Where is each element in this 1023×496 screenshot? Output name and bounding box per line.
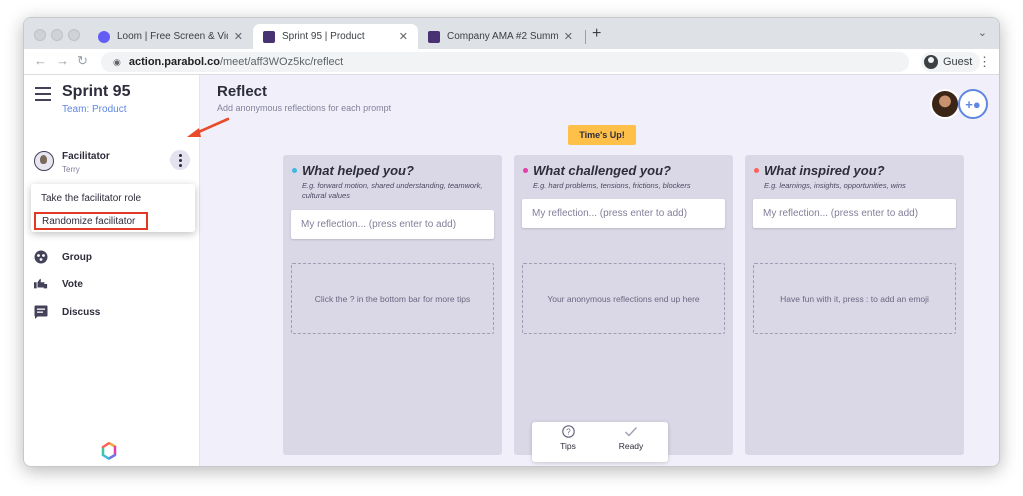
help-icon: ? [538,425,598,441]
parabol-icon [263,30,275,43]
ready-label: Ready [618,441,644,451]
prompt-title: What challenged you? [533,163,671,178]
tips-button[interactable]: ? Tips [538,425,598,459]
tab-company-ama[interactable]: Company AMA #2 Summary | C ✕ [418,24,583,49]
tab-title: Company AMA #2 Summary | C [447,31,558,42]
reflection-column-challenged: What challenged you? E.g. hard problems,… [514,155,733,455]
lock-icon: ◉ [113,56,121,67]
tab-sprint[interactable]: Sprint 95 | Product ✕ [253,24,418,49]
parabol-logo [101,442,117,460]
new-tab-icon[interactable]: + [592,25,601,43]
back-icon[interactable]: ← [34,53,47,68]
facilitator-menu-button[interactable] [170,150,190,170]
prompt-description: E.g. forward motion, shared understandin… [302,181,483,200]
reflection-column-helped: What helped you? E.g. forward motion, sh… [283,155,502,455]
facilitator-dropdown: Take the facilitator role Randomize faci… [31,184,195,232]
tips-label: Tips [560,441,576,451]
guest-profile-button[interactable]: Guest [921,52,981,72]
randomize-facilitator-item[interactable]: Randomize facilitator [42,216,135,227]
nav-item-label: Group [62,251,92,263]
ready-button[interactable]: Ready [601,425,661,459]
reflection-input[interactable]: My reflection... (press enter to add) [291,210,494,239]
chevron-down-icon[interactable]: ⌄ [978,26,987,39]
check-icon [601,425,661,441]
tab-divider [585,30,586,44]
url-path: /meet/aff3WOz5kc/reflect [219,56,344,68]
thumbs-up-icon [34,277,48,291]
discuss-icon [34,305,48,319]
close-icon[interactable]: ✕ [399,30,408,43]
take-facilitator-role-item[interactable]: Take the facilitator role [41,193,141,204]
tab-title: Sprint 95 | Product [282,31,365,42]
phase-subtitle: Add anonymous reflections for each promp… [217,103,392,113]
close-icon[interactable]: ✕ [234,30,243,43]
profile-icon [924,55,938,69]
column-tip: Your anonymous reflections end up here [522,263,725,334]
tip-text: Your anonymous reflections end up here [547,293,700,304]
nav-item-discuss[interactable]: Discuss [34,302,100,322]
reload-icon[interactable]: ↻ [77,53,88,69]
nav-item-label: Vote [62,278,83,290]
prompt-title: What inspired you? [764,163,885,178]
column-tip: Click the ? in the bottom bar for more t… [291,263,494,334]
reflection-input[interactable]: My reflection... (press enter to add) [522,199,725,228]
prompt-dot [523,168,528,173]
tab-title: Loom | Free Screen & Video Re [117,31,228,42]
browser-toolbar: ← → ↻ ◉ action.parabol.co /meet/aff3WOz5… [24,49,999,75]
prompt-title: What helped you? [302,163,414,178]
page: Sprint 95 Team: Product Facilitator Terr… [24,75,999,466]
sidebar: Sprint 95 Team: Product Facilitator Terr… [24,75,200,466]
forward-icon[interactable]: → [56,53,69,68]
prompt-description: E.g. learnings, insights, opportunities,… [764,181,906,190]
column-tip: Have fun with it, press : to add an emoj… [753,263,956,334]
facilitator-label: Facilitator [62,151,110,162]
tab-loom[interactable]: Loom | Free Screen & Video Re ✕ [88,24,253,49]
tab-strip: Loom | Free Screen & Video Re ✕ Sprint 9… [24,18,999,49]
maximize-window-button[interactable] [68,29,80,41]
annotation-arrow [187,117,230,137]
prompt-dot [292,168,297,173]
bottom-action-bar: ? Tips Ready [532,422,668,462]
team-link[interactable]: Team: Product [62,104,126,115]
nav-item-label: Discuss [62,306,101,318]
phase-title: Reflect [217,83,268,100]
facilitator-name: Terry [62,165,80,174]
add-teammate-button[interactable]: +● [958,89,988,119]
loom-icon [98,30,110,43]
browser-menu-icon[interactable]: ⋮ [978,54,991,70]
group-icon [34,250,48,264]
minimize-window-button[interactable] [51,29,63,41]
nav-item-vote[interactable]: Vote [34,274,83,294]
facilitator-row: Facilitator Terry [24,147,200,181]
url-domain: action.parabol.co [128,56,220,68]
user-avatar[interactable] [930,89,960,119]
address-bar[interactable]: ◉ action.parabol.co /meet/aff3WOz5kc/ref… [101,52,909,72]
prompt-description: E.g. hard problems, tensions, frictions,… [533,181,691,190]
close-window-button[interactable] [34,29,46,41]
facilitator-avatar [34,151,54,171]
browser-window: Loom | Free Screen & Video Re ✕ Sprint 9… [23,17,1000,467]
hamburger-menu-icon[interactable] [35,87,51,105]
nav-item-group[interactable]: Group [34,247,92,267]
guest-label: Guest [943,56,973,68]
close-icon[interactable]: ✕ [564,30,573,43]
svg-text:?: ? [566,427,571,436]
add-person-icon: +● [965,96,981,112]
timer-badge[interactable]: Time's Up! [568,125,636,145]
tip-text: Have fun with it, press : to add an emoj… [780,293,929,304]
reflection-input[interactable]: My reflection... (press enter to add) [753,199,956,228]
main-area: Reflect Add anonymous reflections for ea… [201,75,999,466]
reflection-column-inspired: What inspired you? E.g. learnings, insig… [745,155,964,455]
tip-text: Click the ? in the bottom bar for more t… [314,293,471,304]
parabol-icon [428,30,440,43]
prompt-dot [754,168,759,173]
meeting-title: Sprint 95 [62,83,131,100]
